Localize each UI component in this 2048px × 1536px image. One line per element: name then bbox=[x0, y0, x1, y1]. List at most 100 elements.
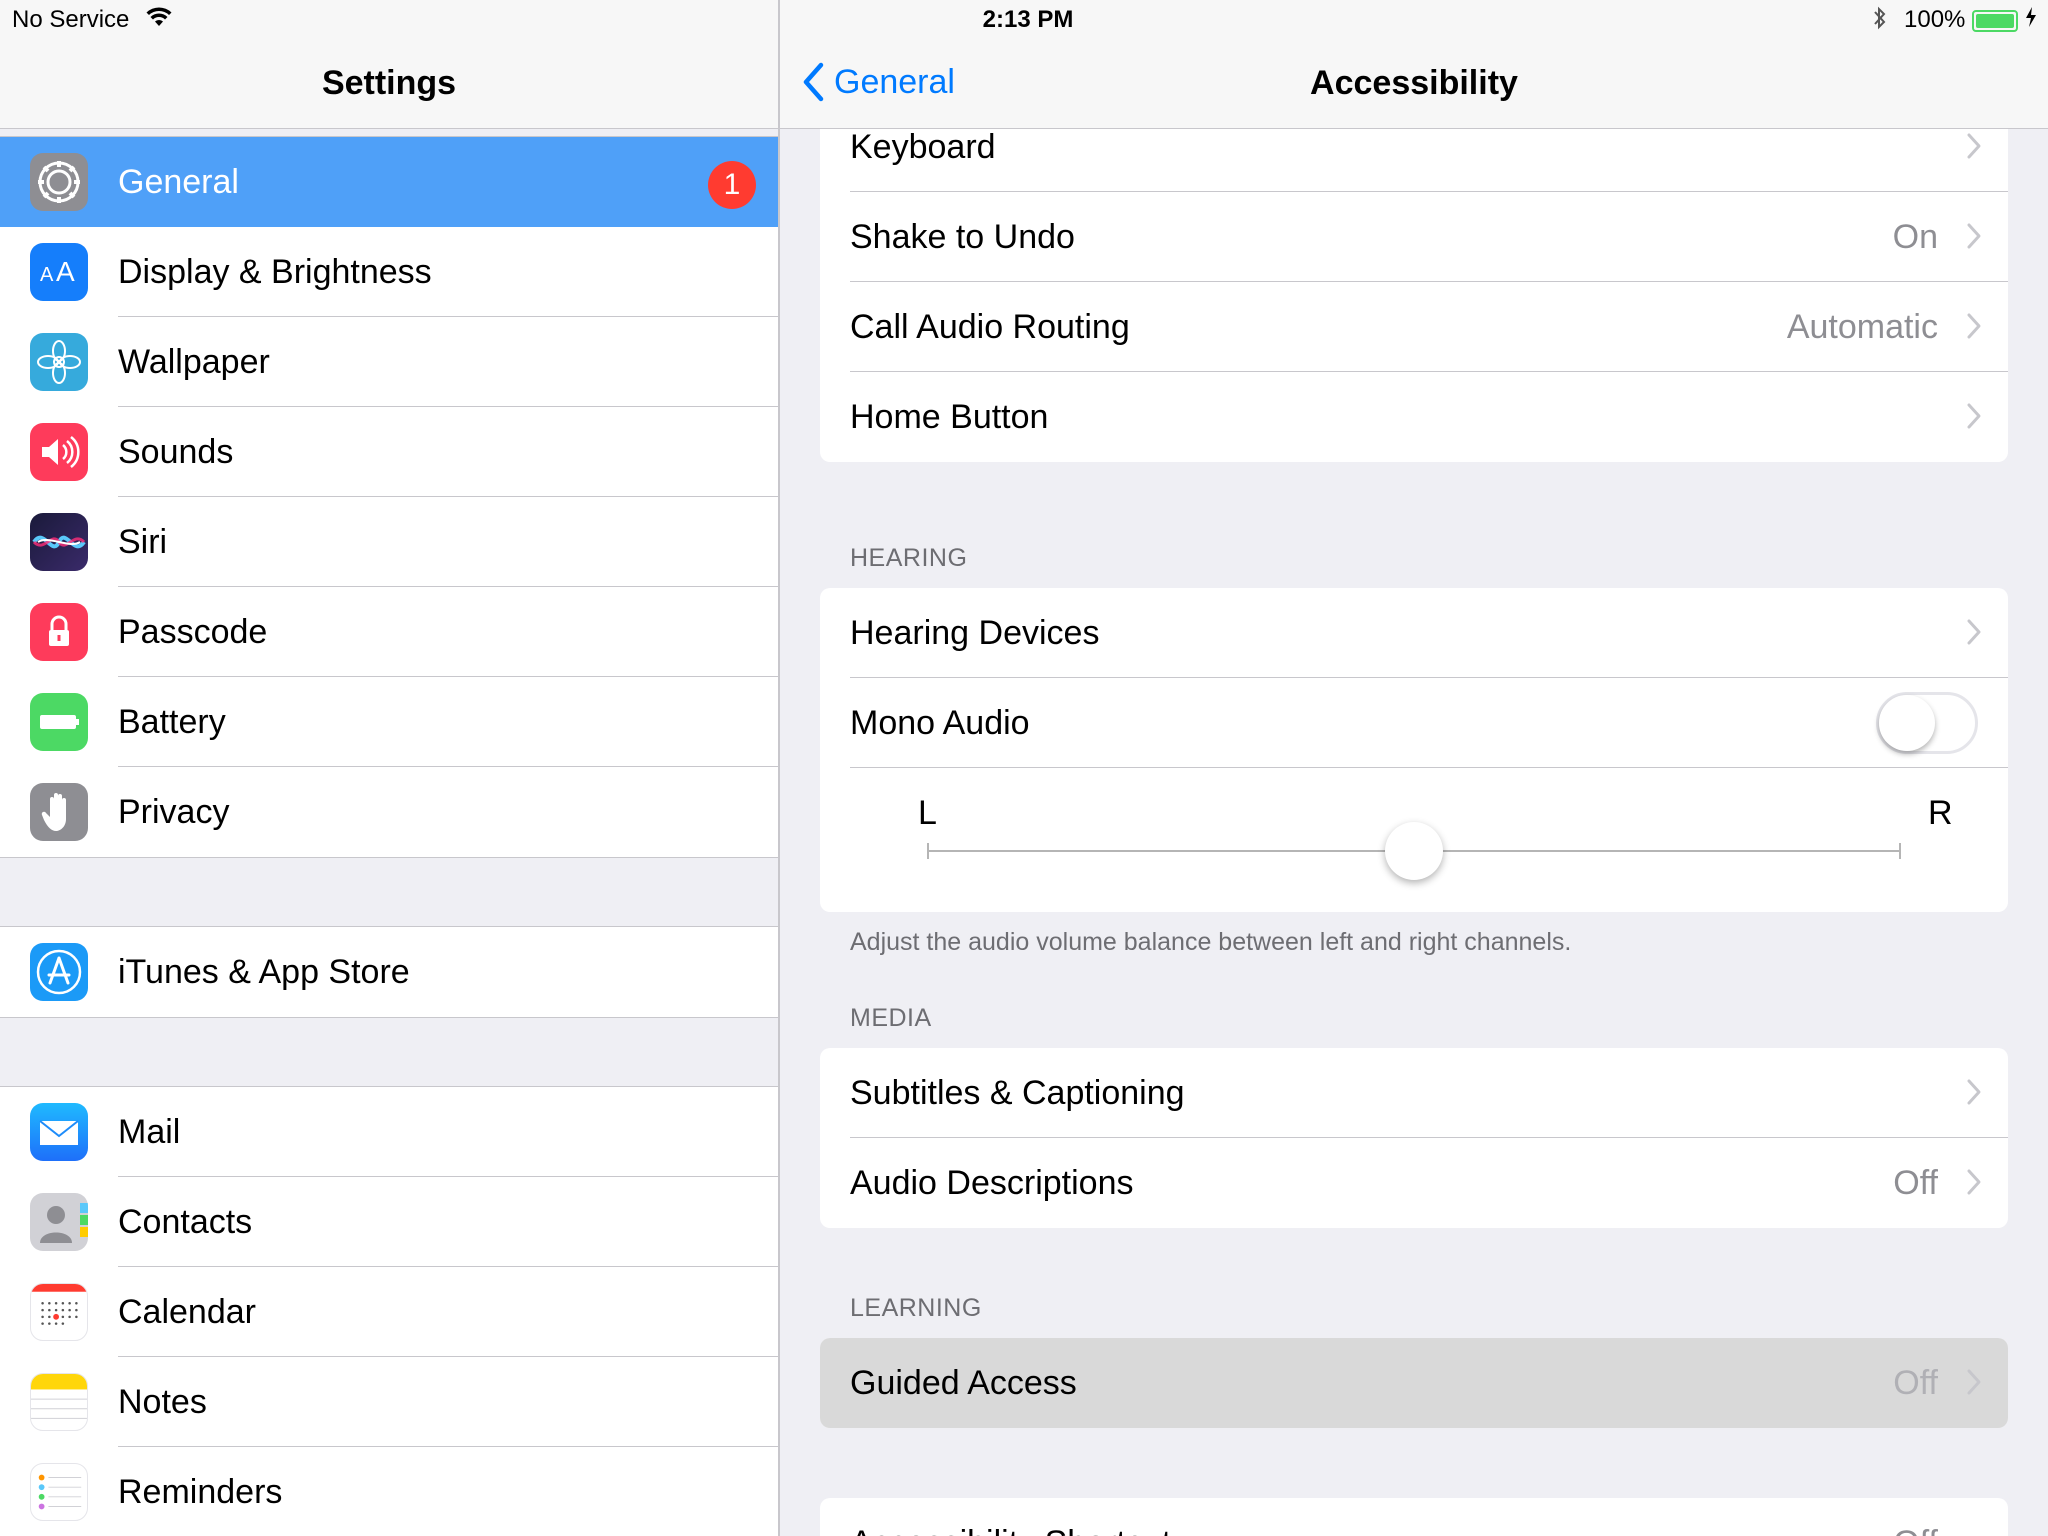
row-value: Off bbox=[1893, 1364, 1938, 1402]
row-label: Subtitles & Captioning bbox=[850, 1074, 1185, 1112]
row-value: Off bbox=[1893, 1164, 1938, 1202]
sidebar-item-reminders[interactable]: Reminders bbox=[0, 1447, 778, 1536]
section-header-media: MEDIA bbox=[850, 1004, 932, 1032]
sidebar-item-label: Passcode bbox=[118, 613, 268, 651]
sidebar-item-display-brightness[interactable]: AA Display & Brightness bbox=[0, 227, 778, 317]
row-label: Mono Audio bbox=[850, 704, 1030, 742]
bluetooth-icon bbox=[1872, 6, 1888, 37]
sidebar-item-label: Mail bbox=[118, 1113, 181, 1151]
row-label: Shake to Undo bbox=[850, 218, 1075, 256]
row-label: Call Audio Routing bbox=[850, 308, 1130, 346]
sidebar-item-general[interactable]: General 1 bbox=[0, 137, 778, 227]
row-hearing-devices[interactable]: Hearing Devices bbox=[820, 588, 2008, 678]
sidebar-item-battery[interactable]: Battery bbox=[0, 677, 778, 767]
svg-text:A: A bbox=[40, 264, 54, 286]
charging-icon bbox=[2024, 6, 2038, 34]
row-label: Hearing Devices bbox=[850, 614, 1100, 652]
mono-audio-toggle[interactable] bbox=[1876, 692, 1978, 754]
shortcut-card: Accessibility Shortcut Off bbox=[820, 1498, 2008, 1536]
balance-slider-knob[interactable] bbox=[1385, 822, 1443, 880]
gear-icon bbox=[30, 153, 88, 211]
balance-footer-text: Adjust the audio volume balance between … bbox=[850, 928, 1572, 956]
slider-tick-left bbox=[927, 843, 929, 859]
sidebar-item-wallpaper[interactable]: Wallpaper bbox=[0, 317, 778, 407]
battery-icon bbox=[30, 693, 88, 751]
general-options-card: Keyboard Shake to Undo On Call Audio Rou… bbox=[820, 102, 2008, 462]
section-header-learning: LEARNING bbox=[850, 1294, 982, 1322]
envelope-icon bbox=[30, 1103, 88, 1161]
battery-icon bbox=[1972, 10, 2018, 32]
hearing-card: Hearing Devices Mono Audio L R bbox=[820, 588, 2008, 912]
row-shake-to-undo[interactable]: Shake to Undo On bbox=[820, 192, 2008, 282]
chevron-right-icon bbox=[1966, 1168, 1982, 1201]
sidebar-item-privacy[interactable]: Privacy bbox=[0, 767, 778, 857]
chevron-right-icon bbox=[1966, 618, 1982, 651]
sidebar-item-label: Contacts bbox=[118, 1203, 253, 1241]
row-call-audio-routing[interactable]: Call Audio Routing Automatic bbox=[820, 282, 2008, 372]
row-label: Accessibility Shortcut bbox=[850, 1524, 1171, 1536]
lock-icon bbox=[30, 603, 88, 661]
notes-icon bbox=[30, 1373, 88, 1431]
sidebar-item-label: Privacy bbox=[118, 793, 230, 831]
sidebar-item-label: iTunes & App Store bbox=[118, 953, 410, 991]
sidebar-item-siri[interactable]: Siri bbox=[0, 497, 778, 587]
row-subtitles-captioning[interactable]: Subtitles & Captioning bbox=[820, 1048, 2008, 1138]
sidebar-item-notes[interactable]: Notes bbox=[0, 1357, 778, 1447]
row-value: Off bbox=[1893, 1524, 1938, 1536]
split-view-divider bbox=[778, 0, 780, 1536]
row-value: Automatic bbox=[1786, 308, 1938, 346]
settings-group-device: General 1 AA Display & Brightness Wallpa… bbox=[0, 136, 778, 858]
row-label: Audio Descriptions bbox=[850, 1164, 1134, 1202]
balance-right-label: R bbox=[1928, 794, 1953, 832]
sidebar-item-sounds[interactable]: Sounds bbox=[0, 407, 778, 497]
sidebar-item-label: Battery bbox=[118, 703, 226, 741]
chevron-right-icon bbox=[1966, 222, 1982, 255]
settings-group-apps: Mail Contacts Calendar Notes Reminders bbox=[0, 1086, 778, 1536]
speaker-icon bbox=[30, 423, 88, 481]
toggle-knob bbox=[1879, 695, 1935, 751]
slider-tick-right bbox=[1899, 843, 1901, 859]
notification-badge: 1 bbox=[708, 161, 756, 209]
row-label: Keyboard bbox=[850, 128, 996, 166]
sidebar-item-label: Reminders bbox=[118, 1473, 283, 1511]
app-store-icon bbox=[30, 943, 88, 1001]
chevron-right-icon bbox=[1966, 1368, 1982, 1401]
chevron-right-icon bbox=[1966, 132, 1982, 165]
audio-balance-control: L R bbox=[820, 768, 2008, 912]
clock: 2:13 PM bbox=[982, 6, 1074, 33]
calendar-icon bbox=[30, 1283, 88, 1341]
media-card: Subtitles & Captioning Audio Description… bbox=[820, 1048, 2008, 1228]
row-guided-access[interactable]: Guided Access Off bbox=[820, 1338, 2008, 1428]
sidebar-item-label: Sounds bbox=[118, 433, 234, 471]
row-home-button[interactable]: Home Button bbox=[820, 372, 2008, 462]
sidebar-item-mail[interactable]: Mail bbox=[0, 1087, 778, 1177]
settings-sidebar: Settings General 1 AA Display & Brightne… bbox=[0, 0, 778, 1536]
sidebar-item-itunes-app-store[interactable]: iTunes & App Store bbox=[0, 927, 778, 1017]
sidebar-item-contacts[interactable]: Contacts bbox=[0, 1177, 778, 1267]
row-audio-descriptions[interactable]: Audio Descriptions Off bbox=[820, 1138, 2008, 1228]
sidebar-item-label: Notes bbox=[118, 1383, 207, 1421]
accessibility-detail: General Accessibility Keyboard Shake to … bbox=[780, 0, 2048, 1536]
sidebar-title: Settings bbox=[321, 64, 457, 102]
sidebar-item-label: Siri bbox=[118, 523, 168, 561]
status-bar: No Service 2:13 PM 100% bbox=[0, 0, 2048, 40]
balance-left-label: L bbox=[918, 794, 937, 832]
sidebar-item-label: General bbox=[118, 163, 239, 201]
sidebar-item-label: Display & Brightness bbox=[118, 253, 432, 291]
chevron-right-icon bbox=[1966, 1078, 1982, 1111]
battery-percent: 100% bbox=[1904, 6, 1966, 33]
text-size-icon: AA bbox=[30, 243, 88, 301]
hand-icon bbox=[30, 783, 88, 841]
sidebar-item-calendar[interactable]: Calendar bbox=[0, 1267, 778, 1357]
row-value: On bbox=[1892, 218, 1938, 256]
sidebar-item-passcode[interactable]: Passcode bbox=[0, 587, 778, 677]
row-accessibility-shortcut[interactable]: Accessibility Shortcut Off bbox=[820, 1498, 2008, 1536]
chevron-right-icon bbox=[1966, 312, 1982, 345]
svg-text:A: A bbox=[56, 256, 75, 287]
row-mono-audio: Mono Audio bbox=[820, 678, 2008, 768]
chevron-right-icon bbox=[1966, 402, 1982, 435]
section-header-hearing: HEARING bbox=[850, 544, 968, 572]
page-title: Accessibility bbox=[1310, 64, 1518, 102]
row-label: Home Button bbox=[850, 398, 1049, 436]
sidebar-item-label: Wallpaper bbox=[118, 343, 270, 381]
